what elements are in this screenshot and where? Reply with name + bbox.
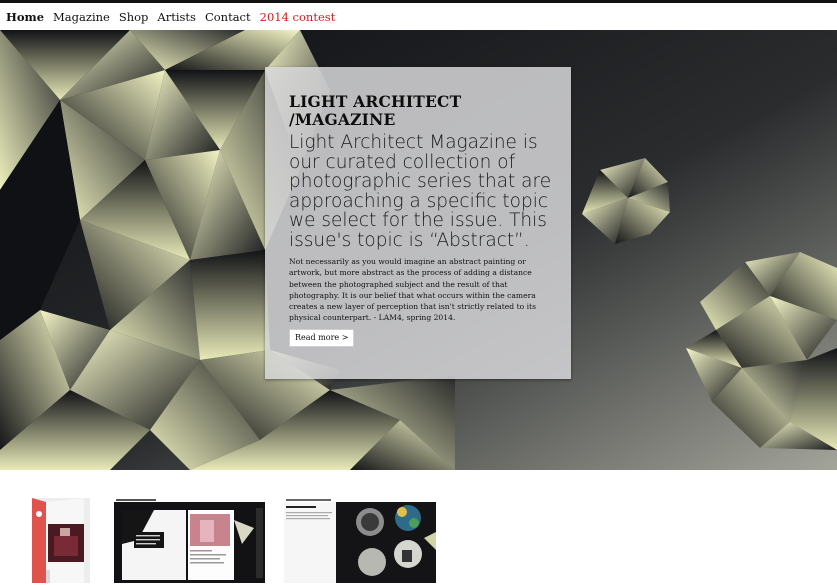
nav-magazine-link[interactable]: Magazine (53, 10, 110, 24)
magazine-title: LIGHT ARCHITECT /MAGAZINE (289, 93, 489, 129)
main-nav: Home Magazine Shop Artists Contact 2014 … (0, 3, 837, 30)
hero-banner: LIGHT ARCHITECT /MAGAZINE Light Architec… (0, 30, 837, 470)
magazine-spread-thumbnail[interactable] (114, 498, 265, 583)
magazine-cover-thumbnail[interactable] (32, 498, 90, 583)
preview-thumbnails (0, 470, 837, 585)
nav-home-link[interactable]: Home (6, 10, 44, 24)
nav-contact-link[interactable]: Contact (205, 10, 251, 24)
read-more-button[interactable]: Read more > (289, 329, 355, 347)
nav-contest-link[interactable]: 2014 contest (260, 10, 336, 24)
artist-page-thumbnail[interactable] (284, 498, 436, 583)
nav-artists-link[interactable]: Artists (157, 10, 196, 24)
magazine-title-line2: /MAGAZINE (289, 110, 396, 129)
intro-card: LIGHT ARCHITECT /MAGAZINE Light Architec… (265, 67, 571, 379)
magazine-title-line1: LIGHT ARCHITECT (289, 92, 462, 111)
intro-lead: Light Architect Magazine is our curated … (289, 132, 552, 251)
intro-body: Not necessarily as you would imagine an … (289, 257, 536, 323)
nav-shop-link[interactable]: Shop (119, 10, 149, 24)
